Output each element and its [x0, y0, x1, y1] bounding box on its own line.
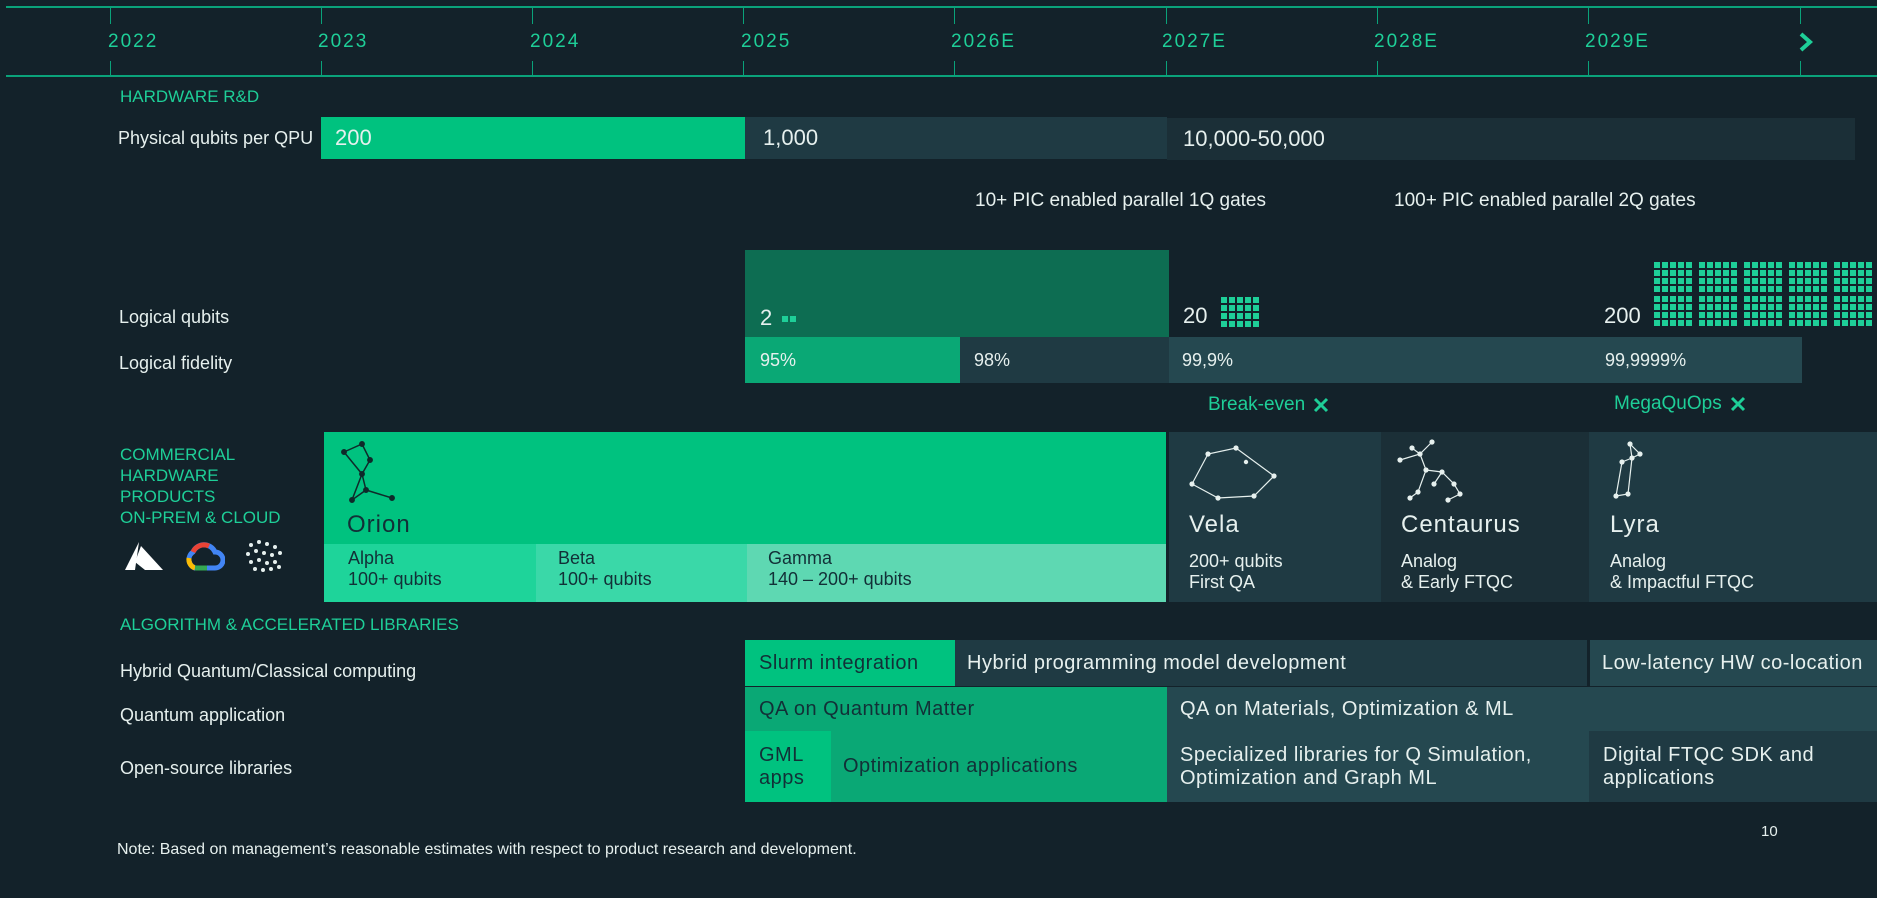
fidelity-value: 99,9%: [1182, 349, 1234, 370]
year-tick: [954, 8, 955, 24]
hybrid-computing-label: Hybrid Quantum/Classical computing: [120, 661, 417, 681]
fidelity-bar: 99,9%: [1169, 337, 1590, 383]
year-tick: [110, 61, 111, 75]
year-tick: [1166, 8, 1167, 24]
year-tick: [743, 8, 744, 24]
gml-apps-bar: GML apps: [745, 731, 831, 802]
lyra-description: Analog & Impactful FTQC: [1610, 551, 1755, 592]
physical-qubits-bar-200: 200: [321, 117, 745, 159]
footnote: Note: Based on management’s reasonable e…: [117, 841, 857, 858]
chevron-right-icon[interactable]: [1797, 31, 1815, 53]
year-2022: 2022: [108, 31, 159, 52]
physical-qubits-bar-1000: 1,000: [745, 117, 1167, 159]
algorithms-section-title: ALGORITHM & ACCELERATED LIBRARIES: [120, 615, 459, 634]
lyra-name: Lyra: [1610, 511, 1660, 538]
vela-description: 200+ qubits First QA: [1189, 551, 1283, 592]
year-2027e: 2027E: [1162, 31, 1227, 52]
year-2025: 2025: [741, 31, 792, 52]
logical-qubits-value: 20: [1183, 303, 1208, 328]
year-tick: [1588, 8, 1589, 24]
timeline: 2022 2023 2024 2025 2026E 2027E 2028E 20…: [0, 0, 1877, 78]
timeline-top-line: [6, 6, 1877, 8]
dotted-cloud-logo: [246, 540, 282, 572]
qa-materials-bar: QA on Materials, Optimization & ML: [1167, 687, 1877, 731]
hardware-section-title: HARDWARE R&D: [120, 87, 260, 106]
optimization-applications-bar: Optimization applications: [831, 731, 1167, 802]
slurm-integration-bar: Slurm integration: [745, 640, 955, 686]
milestone-label: Break-even: [1208, 394, 1306, 415]
specialized-libraries-bar: Specialized libraries for Q Simulation, …: [1167, 731, 1589, 802]
low-latency-bar: Low-latency HW co-location: [1590, 640, 1877, 686]
qubit-grid-icon: [1221, 297, 1259, 327]
year-2024: 2024: [530, 31, 581, 52]
centaurus-name: Centaurus: [1401, 511, 1521, 538]
logical-qubits-block: [745, 250, 1169, 337]
close-icon: [1314, 397, 1329, 413]
commercial-section-title: COMMERCIAL HARDWARE PRODUCTS ON-PREM & C…: [120, 445, 281, 527]
year-tick: [1800, 8, 1801, 24]
orion-constellation-icon: [341, 441, 395, 503]
year-tick: [743, 61, 744, 75]
year-tick: [1800, 61, 1801, 75]
year-tick: [1166, 61, 1167, 75]
azure-logo: [125, 542, 163, 570]
gates-1q: 10+ PIC enabled parallel 1Q gates: [975, 190, 1267, 211]
physical-qubits-value: 10,000-50,000: [1183, 126, 1325, 151]
fidelity-value: 95%: [760, 349, 797, 370]
fidelity-bar: 95%: [745, 337, 960, 383]
logical-qubits-value: 2: [760, 305, 773, 330]
orion-sub-beta-text: Beta 100+ qubits: [558, 548, 652, 589]
quantum-application-label: Quantum application: [120, 705, 286, 725]
close-icon: [1730, 396, 1745, 412]
break-even-milestone: Break-even: [1208, 394, 1329, 416]
year-tick: [532, 61, 533, 75]
fidelity-bar: 99,9999%: [1590, 337, 1802, 383]
physical-qubits-bar-10000: 10,000-50,000: [1167, 118, 1855, 160]
milestone-label: MegaQuOps: [1614, 393, 1722, 414]
year-tick: [321, 61, 322, 75]
gates-2q: 100+ PIC enabled parallel 2Q gates: [1394, 190, 1696, 211]
page-number: 10: [1761, 823, 1778, 840]
year-tick: [532, 8, 533, 24]
centaurus-description: Analog & Early FTQC: [1401, 551, 1514, 592]
year-2029e: 2029E: [1585, 31, 1650, 52]
vela-constellation-icon: [1189, 445, 1277, 501]
year-tick: [1377, 61, 1378, 75]
year-2026e: 2026E: [951, 31, 1016, 52]
google-cloud-logo: [186, 542, 225, 571]
vela-name: Vela: [1189, 511, 1240, 538]
year-tick: [321, 8, 322, 24]
physical-qubits-value: 200: [335, 125, 372, 150]
year-tick: [110, 8, 111, 24]
orion-name: Orion: [347, 511, 411, 538]
digital-ftqc-sdk-bar: Digital FTQC SDK and applications: [1589, 731, 1877, 802]
megaquops-milestone: MegaQuOps: [1614, 393, 1746, 415]
logical-fidelity-label: Logical fidelity: [119, 353, 233, 373]
logical-qubits-value: 200: [1604, 303, 1641, 328]
physical-qubits-value: 1,000: [763, 125, 819, 150]
open-source-libraries-label: Open-source libraries: [120, 758, 293, 778]
year-2028e: 2028E: [1374, 31, 1439, 52]
lyra-constellation-icon: [1613, 441, 1643, 499]
timeline-bottom-line: [6, 75, 1877, 77]
year-tick: [1588, 61, 1589, 75]
fidelity-bar: 98%: [960, 337, 1169, 383]
orion-sub-gamma-text: Gamma 140 – 200+ qubits: [768, 548, 912, 589]
year-2023: 2023: [318, 31, 369, 52]
year-tick: [954, 61, 955, 75]
fidelity-value: 99,9999%: [1605, 349, 1687, 370]
orion-sub-alpha-text: Alpha 100+ qubits: [348, 548, 442, 589]
hybrid-programming-bar: Hybrid programming model development: [955, 640, 1587, 686]
logical-qubits-label: Logical qubits: [119, 307, 230, 327]
qa-quantum-matter-bar: QA on Quantum Matter: [745, 687, 1167, 731]
year-tick: [1377, 8, 1378, 24]
centaurus-constellation-icon: [1397, 439, 1463, 503]
physical-qubits-label: Physical qubits per QPU: [118, 128, 314, 148]
qubit-grid-icon: [1654, 262, 1877, 330]
fidelity-value: 98%: [974, 349, 1011, 370]
qubit-grid-icon: [782, 316, 796, 322]
